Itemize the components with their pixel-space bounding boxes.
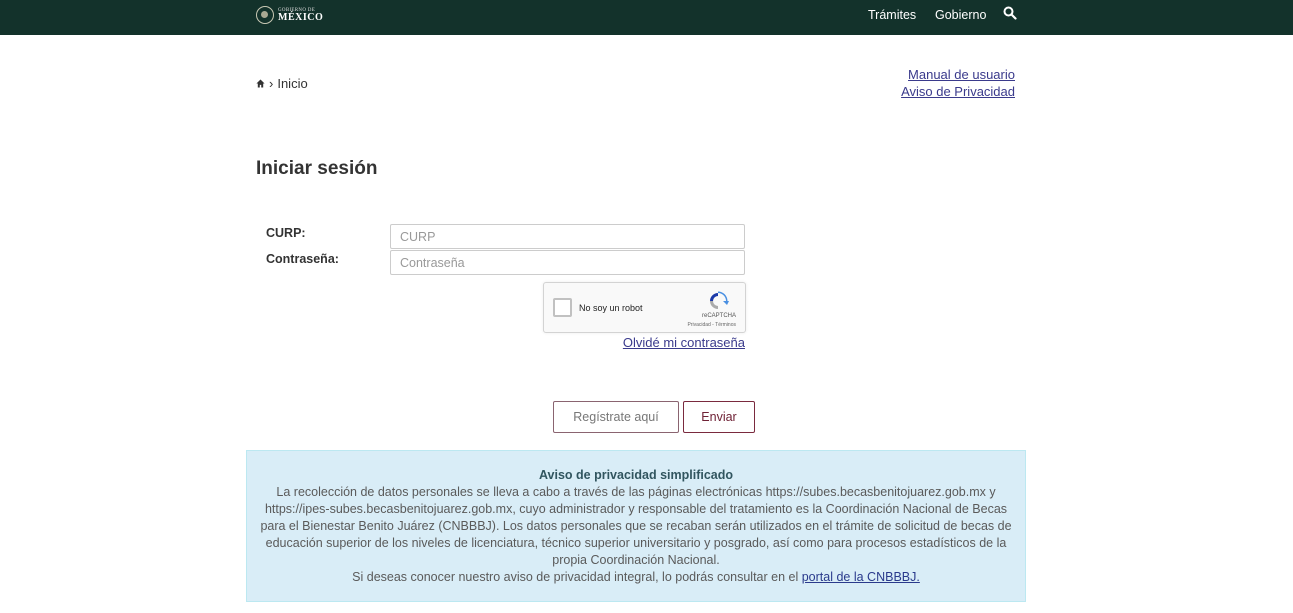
privacy-notice-more: Si deseas conocer nuestro aviso de priva…: [257, 569, 1015, 586]
seal-icon: [256, 6, 274, 24]
forgot-password-link[interactable]: Olvidé mi contraseña: [623, 335, 745, 350]
logo-line2: MÉXICO: [278, 11, 324, 23]
nav-tramites-link[interactable]: Trámites: [868, 8, 916, 22]
password-input[interactable]: [390, 250, 745, 275]
privacy-link[interactable]: Aviso de Privacidad: [901, 83, 1015, 100]
logo-text: GOBIERNO DE MÉXICO: [278, 8, 323, 23]
search-icon[interactable]: [1003, 6, 1017, 20]
recaptcha-brand: reCAPTCHA: [701, 313, 736, 319]
page-title: Iniciar sesión: [256, 158, 378, 179]
breadcrumb-separator: ›: [269, 76, 274, 91]
home-icon[interactable]: [256, 79, 265, 88]
recaptcha-terms-link[interactable]: Privacidad - Términos: [687, 322, 736, 328]
password-label: Contraseña:: [266, 252, 339, 266]
privacy-notice-body: La recolección de datos personales se ll…: [260, 485, 1012, 567]
gobierno-mexico-logo[interactable]: GOBIERNO DE MÉXICO: [256, 5, 323, 25]
submit-button[interactable]: Enviar: [683, 401, 755, 433]
privacy-more-text: Si deseas conocer nuestro aviso de priva…: [352, 570, 799, 584]
top-links: Manual de usuario Aviso de Privacidad: [901, 66, 1015, 100]
curp-label: CURP:: [266, 226, 306, 240]
recaptcha-label: No soy un robot: [579, 303, 643, 313]
recaptcha-widget: No soy un robot reCAPTCHA Privacidad - T…: [543, 282, 746, 333]
curp-input[interactable]: [390, 224, 745, 249]
cnbbbj-portal-link[interactable]: portal de la CNBBBJ.: [802, 570, 920, 584]
recaptcha-logo-icon: [710, 291, 729, 309]
privacy-notice-title: Aviso de privacidad simplificado: [538, 468, 734, 482]
nav-gobierno-link[interactable]: Gobierno: [935, 8, 986, 22]
top-navbar: GOBIERNO DE MÉXICO Trámites Gobierno: [0, 0, 1293, 35]
privacy-notice: Aviso de privacidad simplificado La reco…: [246, 450, 1026, 602]
breadcrumb: › Inicio: [256, 76, 308, 91]
manual-link[interactable]: Manual de usuario: [901, 66, 1015, 83]
breadcrumb-inicio[interactable]: Inicio: [277, 76, 307, 91]
register-button[interactable]: Regístrate aquí: [553, 401, 679, 433]
recaptcha-checkbox[interactable]: [553, 298, 572, 317]
